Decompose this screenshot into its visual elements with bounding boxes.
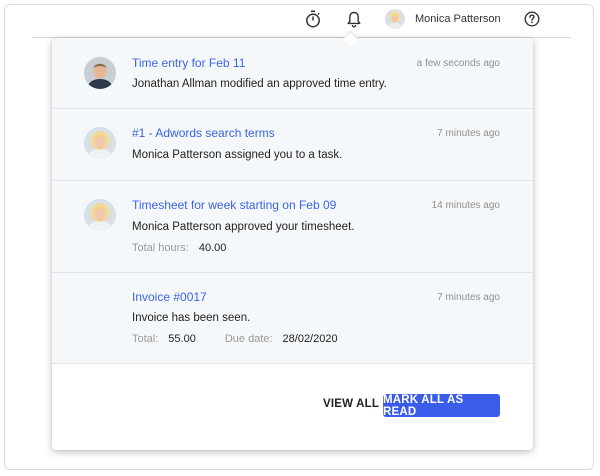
mark-all-read-button[interactable]: MARK ALL AS READ — [383, 394, 500, 418]
user-menu[interactable]: Monica Patterson — [385, 8, 501, 30]
top-bar: Monica Patterson — [0, 0, 600, 38]
bell-icon[interactable] — [344, 9, 364, 29]
notification-message: Invoice has been seen. — [132, 312, 251, 324]
notification-item[interactable]: Time entry for Feb 11 a few seconds ago … — [52, 38, 533, 109]
notification-message: Monica Patterson approved your timesheet… — [132, 221, 355, 233]
notification-meta: Total: 55.00 Due date: 28/02/2020 — [132, 333, 367, 345]
notification-item[interactable]: Invoice #0017 7 minutes ago Invoice has … — [52, 273, 533, 364]
notification-title[interactable]: #1 - Adwords search terms — [132, 126, 275, 140]
notification-meta: Total hours: 40.00 — [132, 242, 255, 254]
user-name: Monica Patterson — [415, 13, 501, 25]
notification-title[interactable]: Time entry for Feb 11 — [132, 56, 245, 70]
notification-item[interactable]: #1 - Adwords search terms 7 minutes ago … — [52, 109, 533, 181]
total-hours-value: 40.00 — [198, 242, 227, 254]
due-date-label: Due date: — [224, 333, 273, 345]
notification-time: 7 minutes ago — [437, 128, 500, 139]
help-icon[interactable] — [522, 9, 542, 29]
notifications-dropdown: Time entry for Feb 11 a few seconds ago … — [52, 38, 533, 450]
total-label: Total: — [132, 333, 159, 345]
notification-time: a few seconds ago — [416, 58, 500, 69]
stopwatch-icon[interactable] — [303, 9, 323, 29]
notification-time: 7 minutes ago — [437, 292, 500, 303]
notification-message: Monica Patterson assigned you to a task. — [132, 149, 343, 161]
notification-time: 14 minutes ago — [431, 200, 500, 211]
due-date-value: 28/02/2020 — [282, 333, 338, 345]
man-avatar — [84, 57, 116, 89]
notification-item[interactable]: Timesheet for week starting on Feb 09 14… — [52, 181, 533, 273]
user-avatar — [385, 9, 405, 29]
view-all-button[interactable]: VIEW ALL — [323, 398, 379, 410]
notification-title[interactable]: Invoice #0017 — [132, 290, 207, 304]
total-hours-label: Total hours: — [132, 242, 189, 254]
notification-message: Jonathan Allman modified an approved tim… — [132, 78, 387, 90]
total-value: 55.00 — [168, 333, 196, 345]
woman-avatar — [84, 127, 116, 159]
woman-avatar — [84, 199, 116, 231]
dropdown-footer: VIEW ALL MARK ALL AS READ — [52, 364, 533, 450]
notification-title[interactable]: Timesheet for week starting on Feb 09 — [132, 198, 336, 212]
